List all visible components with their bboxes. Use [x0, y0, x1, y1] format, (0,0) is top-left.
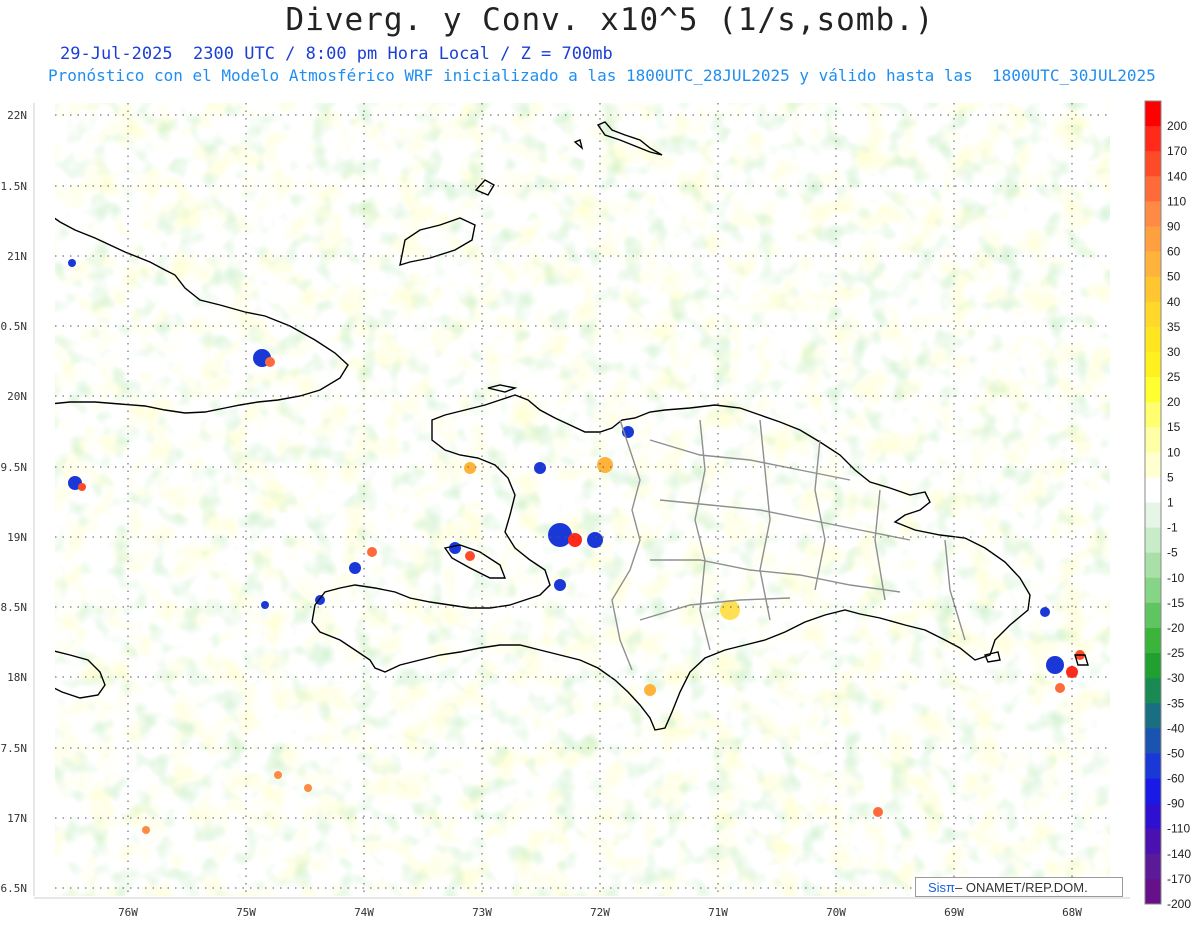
colorbar-label: -60 [1167, 772, 1185, 786]
lon-label: 72W [590, 906, 610, 919]
colorbar-swatch [1145, 301, 1161, 328]
forecast-map: 22N 1.5N 21N 0.5N 20N 9.5N 19N 8.5N 18N … [1, 100, 1191, 919]
lon-label: 68W [1062, 906, 1082, 919]
longitude-labels: 76W 75W 74W 73W 72W 71W 70W 69W 68W [118, 906, 1082, 919]
colorbar-swatch [1145, 477, 1161, 503]
colorbar-label: 10 [1167, 445, 1181, 459]
colorbar-label: -140 [1167, 847, 1191, 861]
colorbar-swatch [1145, 678, 1161, 704]
colorbar-swatch [1145, 803, 1161, 830]
colorbar-swatch [1145, 828, 1161, 855]
lat-label: 7.5N [1, 742, 28, 755]
colorbar-label: -50 [1167, 746, 1185, 760]
colorbar-label: 20 [1167, 395, 1181, 409]
colorbar-label: 15 [1167, 420, 1181, 434]
colorbar-swatch [1145, 276, 1161, 303]
lat-label: 0.5N [1, 320, 28, 333]
colorbar-swatch [1145, 101, 1161, 127]
colorbar-swatch [1145, 527, 1161, 554]
colorbar-label: -20 [1167, 621, 1185, 635]
colorbar-swatch [1145, 351, 1161, 378]
colorbar-label: -10 [1167, 571, 1185, 585]
colorbar-swatch [1145, 853, 1161, 880]
credit-text: – ONAMET/REP.DOM. [955, 880, 1088, 895]
lon-label: 70W [826, 906, 846, 919]
lat-label: 20N [7, 390, 27, 403]
colorbar-swatch [1145, 627, 1161, 654]
divergence-field [55, 103, 1110, 896]
lon-label: 74W [354, 906, 374, 919]
colorbar-label: 25 [1167, 370, 1181, 384]
colorbar-label: 30 [1167, 345, 1181, 359]
colorbar-label: -90 [1167, 797, 1185, 811]
lat-label: 8.5N [1, 601, 28, 614]
colorbar-label: -35 [1167, 696, 1185, 710]
colorbar-label: 1 [1167, 496, 1174, 510]
colorbar-label: -30 [1167, 671, 1185, 685]
lat-label: 6.5N [1, 882, 28, 895]
colorbar-label: 90 [1167, 219, 1181, 233]
lon-label: 76W [118, 906, 138, 919]
colorbar-swatch [1145, 427, 1161, 453]
lat-label: 1.5N [1, 180, 28, 193]
model-info-subtitle: Pronóstico con el Modelo Atmosférico WRF… [48, 66, 1156, 85]
colorbar-label: -110 [1167, 822, 1190, 836]
colorbar-label: -25 [1167, 646, 1185, 660]
colorbar-label: 5 [1167, 470, 1174, 484]
colorbar-swatch [1145, 728, 1161, 754]
lon-label: 71W [708, 906, 728, 919]
colorbar-swatch [1145, 126, 1161, 152]
colorbar-label: 50 [1167, 270, 1181, 284]
lon-label: 73W [472, 906, 492, 919]
colorbar-swatch [1145, 151, 1161, 177]
lat-label: 21N [7, 250, 27, 263]
colorbar-swatch [1145, 577, 1161, 604]
colorbar-swatch [1145, 753, 1161, 780]
lat-label: 22N [7, 109, 27, 122]
colorbar-label: -200 [1167, 897, 1191, 911]
colorbar-swatch [1145, 402, 1161, 428]
lat-label: 17N [7, 812, 27, 825]
latitude-labels: 22N 1.5N 21N 0.5N 20N 9.5N 19N 8.5N 18N … [1, 109, 28, 895]
colorbar-swatch [1145, 377, 1161, 403]
colorbar-swatch [1145, 176, 1161, 202]
colorbar-swatch [1145, 703, 1161, 729]
colorbar-swatch [1145, 201, 1161, 227]
colorbar-swatch [1145, 452, 1161, 478]
colorbar-label: -40 [1167, 721, 1185, 735]
colorbar-label: -15 [1167, 596, 1185, 610]
colorbar-label: 60 [1167, 245, 1181, 259]
color-scale-legend: 200 170 140 110 90 60 50 40 35 30 25 20 15 10 5 1 -1 -5 -1… [1144, 100, 1191, 911]
lat-label: 18N [7, 671, 27, 684]
colorbar-label: 170 [1167, 144, 1187, 158]
credit-box: Sisπ– ONAMET/REP.DOM. [915, 877, 1123, 897]
colorbar-label: -5 [1167, 546, 1178, 560]
colorbar-swatch [1145, 552, 1161, 579]
sispi-logo: Sisπ [928, 880, 956, 895]
colorbar-swatch [1145, 502, 1161, 529]
colorbar-swatch [1145, 326, 1161, 353]
colorbar-swatch [1145, 226, 1161, 253]
lat-label: 19N [7, 531, 27, 544]
lat-label: 9.5N [1, 461, 28, 474]
colorbar-swatch [1145, 778, 1161, 805]
colorbar-swatch [1145, 653, 1161, 679]
colorbar-label: 200 [1167, 119, 1187, 133]
chart-title: Diverg. y Conv. x10^5 (1/s,somb.) [285, 2, 935, 38]
valid-time-subtitle: 29-Jul-2025 2300 UTC / 8:00 pm Hora Loca… [60, 44, 613, 64]
colorbar-swatch [1145, 251, 1161, 278]
colorbar-label: 110 [1167, 194, 1186, 208]
colorbar-swatch [1145, 602, 1161, 629]
colorbar-label: 40 [1167, 295, 1181, 309]
colorbar-label: -1 [1167, 521, 1178, 535]
lon-label: 75W [236, 906, 256, 919]
colorbar-swatch [1145, 878, 1161, 905]
colorbar-label: 35 [1167, 320, 1181, 334]
colorbar-label: 140 [1167, 169, 1187, 183]
lon-label: 69W [944, 906, 964, 919]
colorbar-label: -170 [1167, 872, 1191, 886]
